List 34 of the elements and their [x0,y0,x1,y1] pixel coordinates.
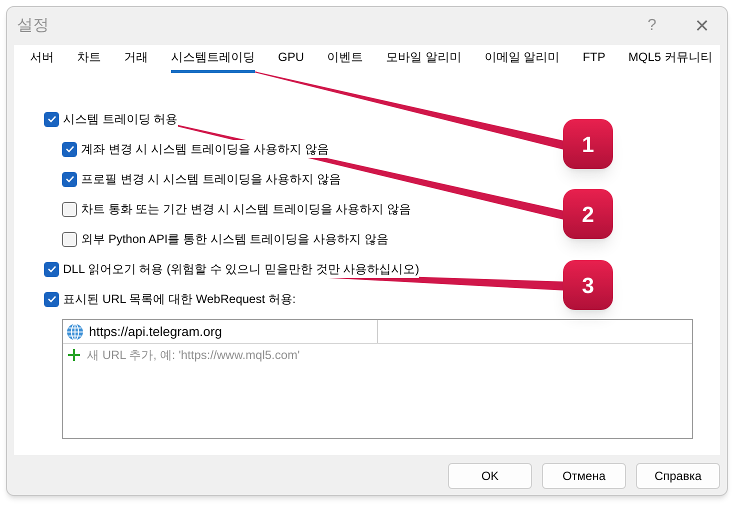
tab[interactable]: 이벤트 [327,48,364,73]
callout-badge: 1 [563,119,613,169]
callout-badge: 3 [563,260,613,310]
checkbox[interactable] [62,202,77,216]
tab[interactable]: MQL5 커뮤니티 [628,48,712,73]
dialog-button[interactable]: Отмена [542,463,626,489]
tab[interactable]: 이메일 알리미 [484,48,560,73]
tab[interactable]: 시스템트레이딩 [171,48,255,73]
callout-badge: 2 [563,189,613,239]
window-title: 설정 [17,16,49,36]
dialog-button[interactable]: OK [448,463,532,489]
close-button[interactable]: ✕ [687,12,717,40]
tab[interactable]: GPU [278,48,304,73]
checkmark-icon [64,144,74,154]
add-icon[interactable] [67,348,81,362]
url-cell-text: https://api.telegram.org [89,322,222,341]
tab[interactable]: 차트 [77,48,101,73]
checkbox[interactable] [62,142,77,156]
checkmark-icon [64,174,74,184]
checkbox[interactable] [44,292,59,306]
checkbox[interactable] [44,112,59,126]
globe-icon [66,322,84,340]
checkbox-label: 계좌 변경 시 시스템 트레이딩을 사용하지 않음 [81,140,330,158]
checkmark-icon [46,114,56,124]
tab[interactable]: 서버 [30,48,54,73]
tab[interactable]: 거래 [124,48,148,73]
checkbox[interactable] [62,232,77,246]
tab[interactable]: 모바일 알리미 [386,48,462,73]
checkmark-icon [46,294,56,304]
checkbox[interactable] [62,172,77,186]
checkbox[interactable] [44,262,59,276]
checkmark-icon [46,264,56,274]
dialog-button[interactable]: Справка [636,463,720,489]
tab[interactable]: FTP [582,48,606,73]
